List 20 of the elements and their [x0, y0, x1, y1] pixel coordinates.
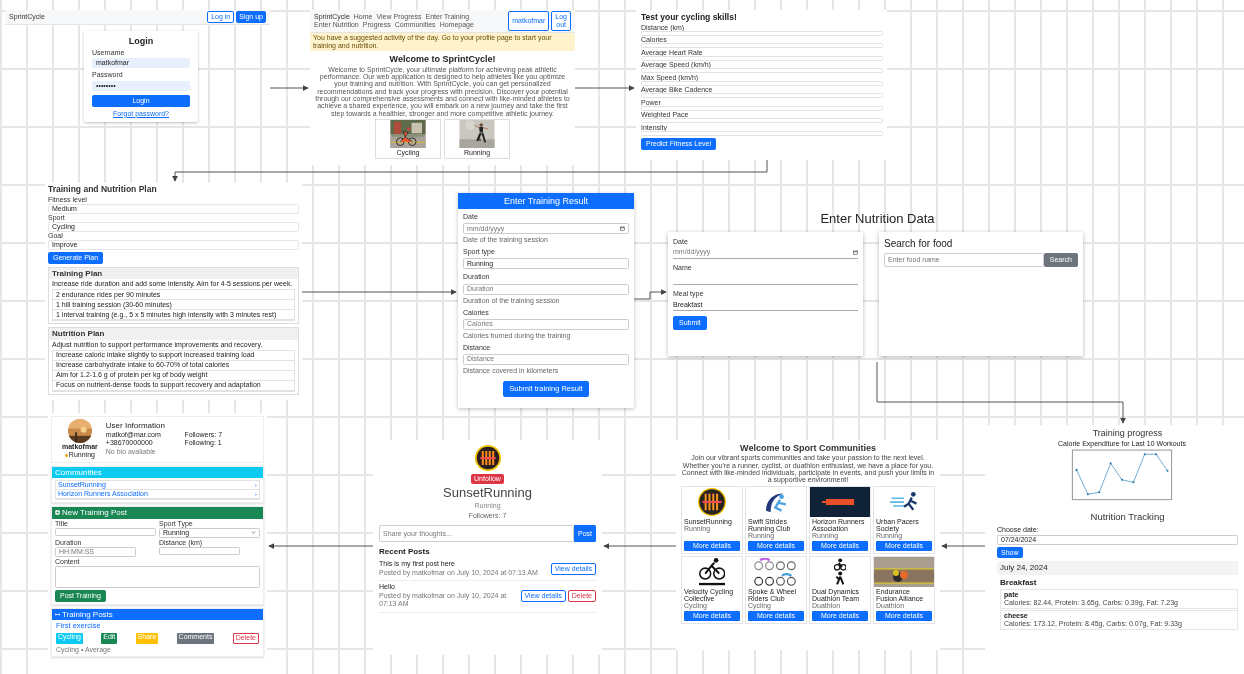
card-header: New Training Post [52, 507, 263, 519]
page-title: Training and Nutrition Plan [48, 185, 158, 195]
card-header: Training Plan [49, 268, 298, 280]
card-title: Search for food [884, 237, 954, 250]
page-title: Enter Nutrition Data [819, 212, 936, 227]
card-title: Login [127, 36, 155, 47]
section-title: Nutrition Tracking [1089, 512, 1166, 524]
card-header: Training Posts [52, 608, 263, 621]
meal-title: Breakfast [1000, 577, 1038, 587]
card-header: Communities [52, 467, 263, 479]
community-name: SunsetRunning [443, 486, 532, 501]
page-title: Welcome to SprintCycle! [388, 54, 497, 65]
page-title: Training progress [1091, 428, 1164, 439]
page-title: Welcome to Sport Communities [739, 443, 877, 454]
section-title: Recent Posts [379, 547, 430, 557]
day-header: July 24, 2024 [997, 561, 1238, 575]
form-title: Test your cycling skills! [641, 13, 738, 23]
form-header: Enter Training Result [458, 193, 634, 210]
section-title: User Information [105, 421, 166, 431]
card-header: Nutrition Plan [49, 328, 298, 340]
